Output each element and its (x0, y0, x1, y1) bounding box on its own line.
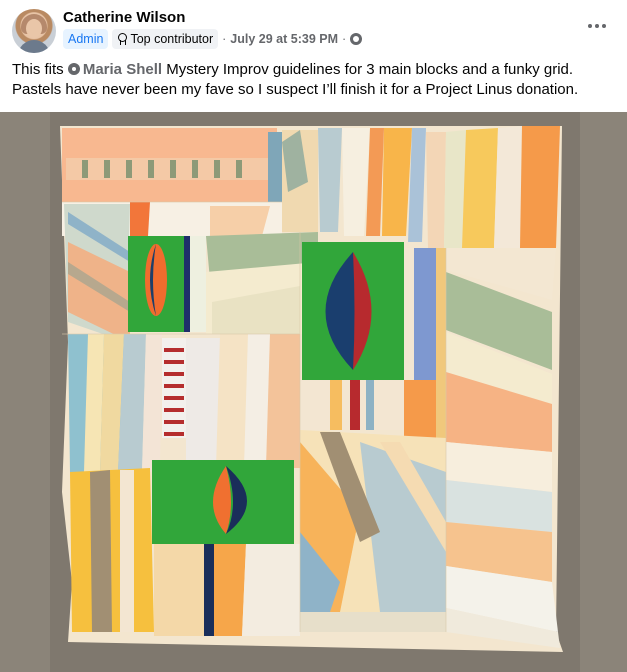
meta-separator: · (342, 32, 347, 46)
author-avatar[interactable] (12, 9, 56, 53)
author-name[interactable]: Catherine Wilson (63, 9, 185, 26)
avatar-face (26, 19, 42, 38)
more-dot-icon (602, 24, 606, 28)
post-text: This fits Maria Shell Mystery Improv gui… (12, 60, 622, 100)
post-header: Catherine Wilson Admin Top contributor ·… (0, 0, 627, 56)
profile-icon (67, 63, 80, 75)
mention-name: Maria Shell (82, 61, 163, 78)
top-contributor-badge[interactable]: Top contributor (112, 29, 219, 49)
admin-badge[interactable]: Admin (63, 29, 109, 49)
more-dot-icon (588, 24, 592, 28)
top-contributor-label: Top contributor (130, 32, 214, 46)
post-meta: Admin Top contributor · July 29 at 5:39 … (63, 29, 363, 49)
post-timestamp[interactable]: July 29 at 5:39 PM (230, 32, 338, 46)
more-dot-icon (595, 24, 599, 28)
mention-link[interactable]: Maria Shell (67, 61, 163, 78)
post-text-before: This fits (12, 61, 68, 78)
post-photo[interactable] (0, 112, 627, 672)
more-options-button[interactable] (580, 12, 614, 40)
meta-separator: · (222, 32, 227, 46)
quilt-image (0, 112, 627, 672)
group-members-icon[interactable] (350, 33, 363, 45)
avatar-shirt (18, 40, 50, 53)
ribbon-icon (117, 33, 128, 45)
